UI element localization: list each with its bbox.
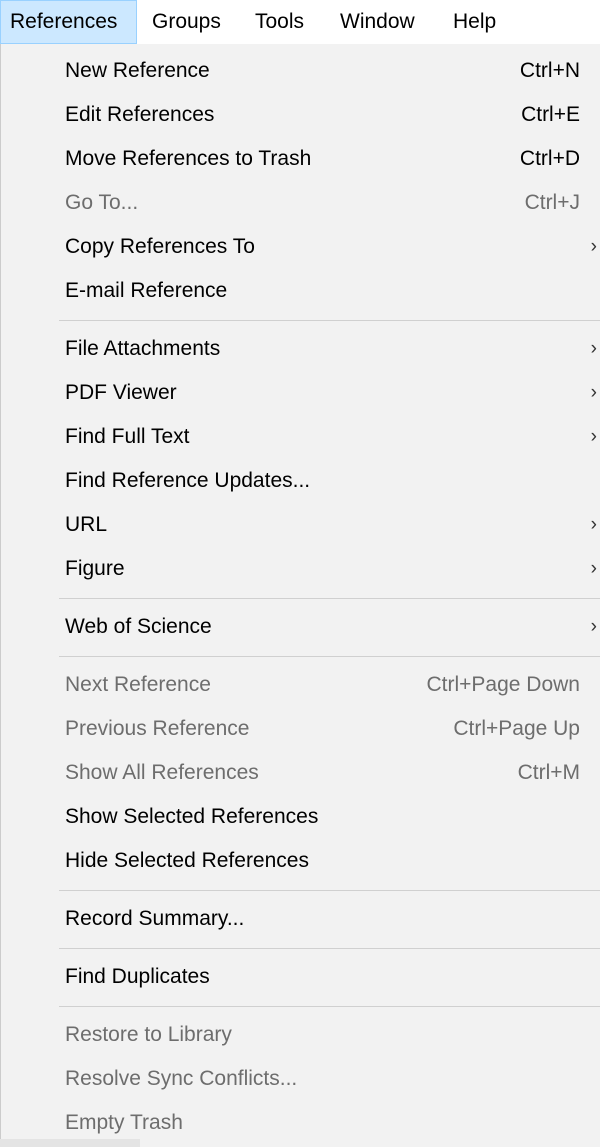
menu-item-pdf-viewer[interactable]: PDF Viewer › <box>1 371 600 415</box>
menu-separator <box>59 656 600 657</box>
menu-item-shortcut: Ctrl+Page Up <box>453 717 580 740</box>
submenu-arrow-icon: › <box>590 426 597 447</box>
submenu-arrow-icon: › <box>590 514 597 535</box>
menu-item-label: Copy References To <box>65 235 255 258</box>
menu-item-resolve-sync-conflicts: Resolve Sync Conflicts... <box>1 1057 600 1101</box>
menu-item-find-full-text[interactable]: Find Full Text › <box>1 415 600 459</box>
menu-item-label: Record Summary... <box>65 907 245 930</box>
menu-item-go-to: Go To... Ctrl+J <box>1 181 600 225</box>
menu-item-find-duplicates[interactable]: Find Duplicates <box>1 955 600 999</box>
menu-item-label: Resolve Sync Conflicts... <box>65 1067 298 1090</box>
menubar-references[interactable]: References <box>0 0 137 44</box>
menu-item-edit-references[interactable]: Edit References Ctrl+E <box>1 93 600 137</box>
menubar-window-label: Window <box>340 10 415 33</box>
menu-item-file-attachments[interactable]: File Attachments › <box>1 327 600 371</box>
menubar-help[interactable]: Help <box>453 0 496 44</box>
menubar-groups[interactable]: Groups <box>152 0 221 44</box>
menubar-tools-label: Tools <box>255 10 305 33</box>
menu-item-next-reference: Next Reference Ctrl+Page Down <box>1 663 600 707</box>
menu-item-email-reference[interactable]: E-mail Reference <box>1 269 600 313</box>
menu-item-show-all-references: Show All References Ctrl+M <box>1 751 600 795</box>
menu-item-label: Web of Science <box>65 615 212 638</box>
menu-item-label: Previous Reference <box>65 717 250 740</box>
menu-separator <box>59 598 600 599</box>
menu-item-label: Next Reference <box>65 673 211 696</box>
menu-item-label: Find Reference Updates... <box>65 469 311 492</box>
menu-item-copy-references-to[interactable]: Copy References To › <box>1 225 600 269</box>
menu-item-label: Figure <box>65 557 125 580</box>
menu-item-shortcut: Ctrl+J <box>524 191 580 214</box>
menu-item-record-summary[interactable]: Record Summary... <box>1 897 600 941</box>
menu-separator <box>59 890 600 891</box>
menu-item-find-reference-updates[interactable]: Find Reference Updates... <box>1 459 600 503</box>
menu-item-new-reference[interactable]: New Reference Ctrl+N <box>1 49 600 93</box>
submenu-arrow-icon: › <box>590 558 597 579</box>
menu-item-label: E-mail Reference <box>65 279 228 302</box>
menubar-window[interactable]: Window <box>340 0 415 44</box>
submenu-arrow-icon: › <box>590 338 597 359</box>
menu-item-label: URL <box>65 513 108 536</box>
menu-item-web-of-science[interactable]: Web of Science › <box>1 605 600 649</box>
menu-item-move-references-to-trash[interactable]: Move References to Trash Ctrl+D <box>1 137 600 181</box>
menu-item-label: Move References to Trash <box>65 147 312 170</box>
menu-item-label: Go To... <box>65 191 139 214</box>
menu-item-label: Hide Selected References <box>65 849 309 872</box>
menubar-references-label: References <box>10 10 118 33</box>
menu-bar: References Groups Tools Window Help <box>0 0 600 44</box>
menu-item-label: Find Duplicates <box>65 965 210 988</box>
references-dropdown-menu: New Reference Ctrl+N Edit References Ctr… <box>0 44 600 1147</box>
menu-separator <box>59 320 600 321</box>
menu-item-shortcut: Ctrl+M <box>517 761 580 784</box>
menu-item-shortcut: Ctrl+D <box>519 147 580 170</box>
menu-item-shortcut: Ctrl+N <box>519 59 580 82</box>
menu-item-label: Show All References <box>65 761 259 784</box>
menu-item-label: Edit References <box>65 103 215 126</box>
menubar-groups-label: Groups <box>152 10 221 33</box>
menu-item-shortcut: Ctrl+Page Down <box>426 673 581 696</box>
menu-item-label: File Attachments <box>65 337 221 360</box>
menu-item-hide-selected-references[interactable]: Hide Selected References <box>1 839 600 883</box>
menu-item-label: PDF Viewer <box>65 381 177 404</box>
submenu-arrow-icon: › <box>590 382 597 403</box>
menu-separator <box>59 1006 600 1007</box>
menubar-tools[interactable]: Tools <box>255 0 304 44</box>
menu-item-shortcut: Ctrl+E <box>521 103 580 126</box>
menu-item-label: Show Selected References <box>65 805 319 828</box>
menu-item-label: Find Full Text <box>65 425 190 448</box>
menu-item-label: Restore to Library <box>65 1023 232 1046</box>
window-edge <box>0 1139 140 1147</box>
menu-item-figure[interactable]: Figure › <box>1 547 600 591</box>
menu-item-show-selected-references[interactable]: Show Selected References <box>1 795 600 839</box>
menu-item-previous-reference: Previous Reference Ctrl+Page Up <box>1 707 600 751</box>
submenu-arrow-icon: › <box>590 236 597 257</box>
menubar-help-label: Help <box>453 10 497 33</box>
menu-separator <box>59 948 600 949</box>
menu-item-url[interactable]: URL › <box>1 503 600 547</box>
menu-item-label: New Reference <box>65 59 210 82</box>
menu-item-restore-to-library: Restore to Library <box>1 1013 600 1057</box>
submenu-arrow-icon: › <box>590 616 597 637</box>
